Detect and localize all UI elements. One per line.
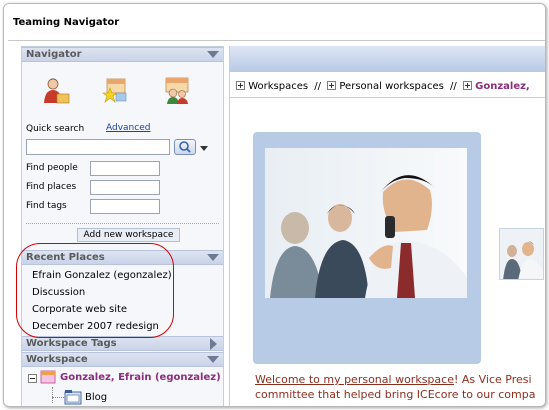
find-places-label: Find places <box>26 182 77 192</box>
workspace-tags-header-label: Workspace Tags <box>26 338 117 349</box>
business-people-photo <box>265 148 467 298</box>
workspace-tree-blog[interactable]: Blog <box>85 392 107 403</box>
title-bar: Teaming Navigator <box>4 4 545 42</box>
welcome-rest: ! As Vice Presi <box>453 373 532 386</box>
expand-workspaces-icon[interactable] <box>236 81 245 90</box>
highlight-oval <box>16 243 174 338</box>
find-people-field[interactable] <box>90 161 160 176</box>
find-people-label: Find people <box>26 163 78 173</box>
workspace-tree-root[interactable]: Gonzalez, Efrain (egonzalez) <box>60 372 221 383</box>
quick-search-input[interactable] <box>26 139 170 155</box>
expand-workspace-tags-icon[interactable] <box>210 338 217 350</box>
office-scene-image <box>265 148 467 298</box>
navigator-sidebar: Navigator Quick search Advanced Find peo… <box>16 46 224 406</box>
tree-connector <box>52 387 53 403</box>
main-content: Workspaces // Personal workspaces // Gon… <box>229 46 545 406</box>
find-places-field[interactable] <box>90 180 160 195</box>
search-options-dropdown-icon[interactable] <box>200 146 208 151</box>
add-new-workspace-button[interactable]: Add new workspace <box>77 228 180 242</box>
window-title: Teaming Navigator <box>13 17 120 28</box>
breadcrumb-personal-workspaces[interactable]: Personal workspaces <box>339 81 443 92</box>
team-workspace-icon[interactable] <box>162 75 192 105</box>
find-tags-label: Find tags <box>26 201 67 211</box>
workspace-header[interactable]: Workspace <box>22 352 223 367</box>
advanced-search-link[interactable]: Advanced <box>106 123 150 133</box>
main-header-bar <box>230 46 545 72</box>
expand-current-workspace-icon[interactable] <box>462 81 472 90</box>
favorites-icon[interactable] <box>100 75 130 105</box>
collapse-recent-places-icon[interactable] <box>207 254 219 261</box>
navigator-header-label: Navigator <box>26 49 82 60</box>
title-divider <box>8 40 545 41</box>
breadcrumb: Workspaces // Personal workspaces // Gon… <box>236 80 530 92</box>
quick-search-label: Quick search <box>26 124 85 134</box>
workspace-header-label: Workspace <box>26 354 88 365</box>
search-button[interactable] <box>174 139 196 155</box>
breadcrumb-current[interactable]: Gonzalez, <box>475 81 530 92</box>
breadcrumb-separator: // <box>314 81 321 92</box>
application-window: Teaming Navigator Navigator Quick search… <box>3 3 546 407</box>
workspace-tags-header[interactable]: Workspace Tags <box>22 336 223 351</box>
breadcrumb-workspaces[interactable]: Workspaces <box>248 81 308 92</box>
magnifier-icon <box>179 141 191 153</box>
collapse-workspace-icon[interactable] <box>207 356 219 363</box>
thumbnail-image[interactable] <box>499 228 544 280</box>
find-tags-field[interactable] <box>90 199 160 214</box>
breadcrumb-divider <box>230 97 545 98</box>
breadcrumb-separator: // <box>450 81 457 92</box>
welcome-link[interactable]: Welcome to my personal workspace <box>255 373 454 386</box>
my-workspace-icon[interactable] <box>40 75 70 105</box>
navigator-divider <box>26 223 219 224</box>
personal-workspace-icon <box>40 370 56 384</box>
blog-folder-icon <box>64 390 82 405</box>
thumbnail-scene <box>500 229 543 279</box>
collapse-tree-icon[interactable] <box>28 374 37 383</box>
navigator-header[interactable]: Navigator <box>22 47 223 62</box>
welcome-text: Welcome to my personal workspace! As Vic… <box>255 372 535 402</box>
tree-connector <box>52 397 64 398</box>
welcome-line-2: committee that helped bring ICEcore to o… <box>255 388 536 401</box>
expand-personal-workspaces-icon[interactable] <box>327 81 337 90</box>
collapse-navigator-icon[interactable] <box>207 51 219 58</box>
